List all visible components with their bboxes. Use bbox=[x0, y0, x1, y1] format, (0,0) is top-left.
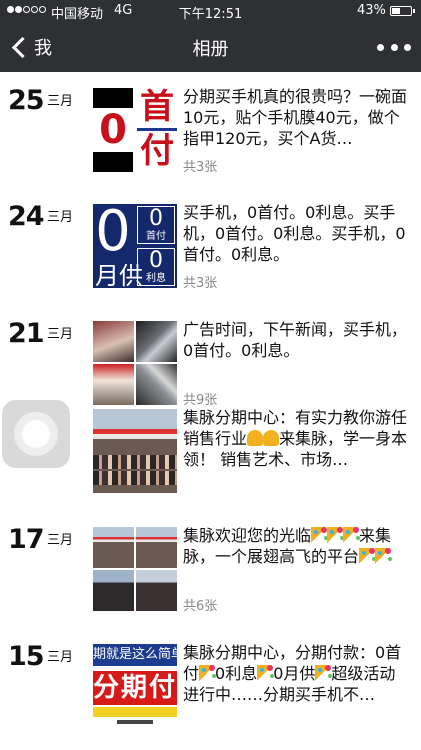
post-text[interactable]: 集脉欢迎您的光临 来集脉，一个展翅高飞的平台 bbox=[183, 525, 411, 567]
back-label: 我 bbox=[34, 38, 52, 59]
post-thumbnail[interactable] bbox=[93, 321, 177, 405]
status-bar: 中国移动 4G 下午12:51 43% bbox=[0, 0, 421, 22]
party-popper-icon bbox=[375, 548, 392, 564]
party-popper-icon bbox=[257, 665, 274, 681]
post-text[interactable]: 集脉分期中心：有实力教你游任销售行业 来集脉，学一身本领！ 销售艺术、市场… bbox=[183, 407, 411, 470]
flexed-arm-icon bbox=[247, 430, 264, 446]
entry-month: 三月 bbox=[47, 327, 74, 342]
post-thumbnail[interactable]: 0 首 付 bbox=[93, 88, 177, 172]
post-text[interactable]: 广告时间，下午新闻，买手机，0首付。0利息。 bbox=[183, 319, 411, 361]
party-popper-icon bbox=[199, 665, 216, 681]
back-button[interactable]: 我 bbox=[9, 33, 52, 61]
post-thumbnail[interactable]: 期就是这么简单 分期付款 bbox=[93, 644, 177, 728]
post-text[interactable]: 集脉分期中心，分期付款：0首付 0利息 0月供 超级活动进行中……分期买手机不… bbox=[183, 642, 411, 705]
entry-day: 25 bbox=[8, 85, 45, 116]
flexed-arm-icon bbox=[263, 430, 280, 446]
party-popper-icon bbox=[343, 527, 360, 543]
entry-day: 24 bbox=[8, 201, 45, 232]
post-thumbnail[interactable]: 0 月供 0 首付 0 利息 bbox=[93, 204, 177, 288]
chevron-left-icon bbox=[11, 36, 34, 58]
entry-month: 三月 bbox=[47, 210, 74, 225]
battery-tip-icon bbox=[413, 9, 415, 13]
entry-day: 21 bbox=[8, 318, 45, 349]
assistive-touch-button[interactable] bbox=[2, 400, 70, 468]
more-options-button[interactable] bbox=[377, 35, 411, 59]
more-dots-icon bbox=[377, 43, 384, 51]
entry-month: 三月 bbox=[47, 650, 74, 665]
top-bar: 中国移动 4G 下午12:51 43% 我 相册 bbox=[0, 0, 421, 72]
party-popper-icon bbox=[359, 548, 376, 564]
entry-month: 三月 bbox=[47, 94, 74, 109]
page-title: 相册 bbox=[192, 39, 229, 60]
party-popper-icon bbox=[315, 665, 332, 681]
entry-month: 三月 bbox=[47, 533, 74, 548]
post-thumbnail[interactable] bbox=[93, 409, 177, 493]
post-text[interactable]: 分期买手机真的很贵吗？一碗面10元，贴个手机膜40元，做个指甲120元，买个A货… bbox=[183, 86, 411, 149]
party-popper-icon bbox=[311, 527, 328, 543]
battery-percentage: 43% bbox=[357, 3, 386, 18]
post-text[interactable]: 买手机，0首付。0利息。买手机，0首付。0利息。买手机，0首付。0利息。 bbox=[183, 202, 411, 265]
photo-count: 共3张 bbox=[183, 276, 218, 291]
photo-count: 共3张 bbox=[183, 160, 218, 175]
navigation-bar: 我 相册 bbox=[0, 22, 421, 72]
entry-day: 15 bbox=[8, 641, 45, 672]
entry-day: 17 bbox=[8, 524, 45, 555]
post-thumbnail[interactable] bbox=[93, 527, 177, 611]
photo-count: 共6张 bbox=[183, 599, 218, 614]
battery-icon bbox=[390, 6, 412, 16]
party-popper-icon bbox=[327, 527, 344, 543]
photo-count: 共9张 bbox=[183, 393, 218, 408]
